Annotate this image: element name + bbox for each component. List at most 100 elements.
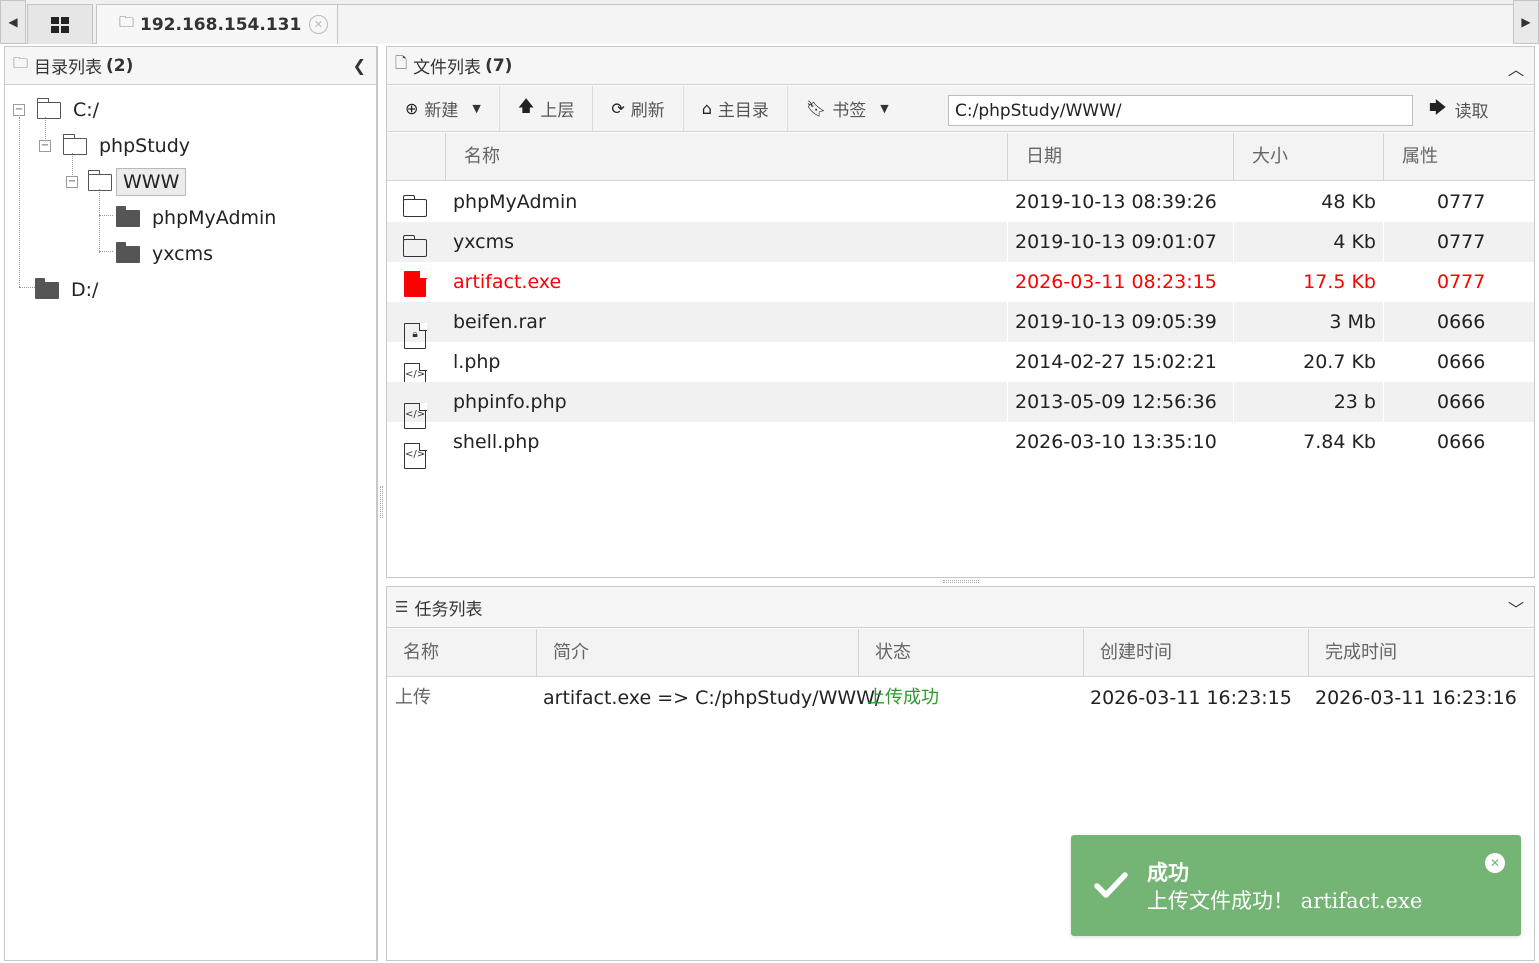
- file-row[interactable]: </> l.php 2014-02-27 15:02:21 20.7 Kb 06…: [387, 342, 1534, 389]
- task-grid-header: 名称 简介 状态 创建时间 完成时间: [387, 629, 1534, 677]
- file-count: (7): [485, 55, 513, 76]
- file-size: 7.84 Kb: [1303, 431, 1376, 453]
- file-row[interactable]: 🔒︎ beifen.rar 2019-10-13 09:05:39 3 Mb 0…: [387, 302, 1534, 349]
- tree-label: D:/: [71, 279, 99, 301]
- tree-node-phpmyadmin[interactable]: phpMyAdmin: [116, 203, 276, 233]
- folder-icon: [402, 195, 427, 217]
- close-tab-icon[interactable]: ✕: [309, 15, 328, 34]
- folder-icon: 🗀: [13, 54, 29, 72]
- file-panel: 🗋 文件列表 (7) ︿ ⊕ 新建 ▼ 🡅 上层 ⟳ 刷新 ⌂ 主目录 🔖︎ 书…: [386, 46, 1535, 578]
- directory-panel: 🗀 目录列表 (2) ❮ − C:/ − phpStudy − WWW phpM…: [4, 46, 378, 961]
- toast-title: 成功: [1147, 860, 1189, 885]
- column-task-status[interactable]: 状态: [858, 629, 1083, 677]
- column-name[interactable]: 名称: [445, 133, 1007, 181]
- file-date: 2026-03-10 13:35:10: [1015, 431, 1217, 453]
- home-dir-button[interactable]: ⌂ 主目录: [684, 86, 788, 131]
- read-label: 读取: [1454, 101, 1489, 122]
- home-label: 主目录: [717, 101, 769, 121]
- tab-host[interactable]: 🗀 192.168.154.131 ✕: [96, 4, 338, 44]
- toast-message: 上传文件成功！ artifact.exe: [1147, 889, 1423, 913]
- file-row[interactable]: phpMyAdmin 2019-10-13 08:39:26 48 Kb 077…: [387, 182, 1534, 222]
- collapse-icon[interactable]: −: [39, 140, 51, 152]
- file-row[interactable]: </> shell.php 2026-03-10 13:35:10 7.84 K…: [387, 422, 1534, 469]
- read-button[interactable]: 🡆 读取: [1429, 86, 1489, 132]
- arrow-right-icon: 🡆: [1429, 97, 1447, 118]
- close-icon[interactable]: ✕: [1485, 853, 1505, 873]
- tree-node-www[interactable]: − WWW: [66, 167, 187, 197]
- file-name: artifact.exe: [453, 271, 562, 293]
- file-attr: 0666: [1437, 431, 1486, 453]
- file-row[interactable]: yxcms 2019-10-13 09:01:07 4 Kb 0777: [387, 222, 1534, 262]
- file-row-highlighted[interactable]: artifact.exe 2026-03-11 08:23:15 17.5 Kb…: [387, 262, 1534, 302]
- dropdown-caret-icon: ▼: [880, 102, 889, 115]
- task-desc: artifact.exe => C:/phpStudy/WWW/: [543, 687, 882, 709]
- file-row[interactable]: </> phpinfo.php 2013-05-09 12:56:36 23 b…: [387, 382, 1534, 429]
- file-attr: 0666: [1437, 311, 1486, 333]
- file-name: shell.php: [453, 431, 540, 453]
- column-attr[interactable]: 属性: [1383, 133, 1534, 181]
- tree-node-phpstudy[interactable]: − phpStudy: [39, 131, 190, 161]
- tab-scroll-right-button[interactable]: ▶: [1513, 0, 1539, 44]
- tree-node-c-drive[interactable]: − C:/: [13, 95, 99, 125]
- tree-label: phpMyAdmin: [152, 207, 277, 229]
- up-label: 上层: [540, 101, 575, 121]
- file-date: 2026-03-11 08:23:15: [1015, 271, 1217, 293]
- success-toast: 成功 上传文件成功！ artifact.exe ✕: [1071, 835, 1521, 936]
- column-size[interactable]: 大小: [1233, 133, 1383, 181]
- chevron-up-icon[interactable]: ︿: [1508, 56, 1524, 80]
- file-size: 4 Kb: [1333, 231, 1376, 253]
- file-size: 23 b: [1333, 391, 1376, 413]
- plus-circle-icon: ⊕: [405, 99, 419, 118]
- tab-scroll-left-button[interactable]: ◀: [0, 0, 26, 44]
- file-date: 2019-10-13 08:39:26: [1015, 191, 1217, 213]
- file-attr: 0666: [1437, 351, 1486, 373]
- refresh-button[interactable]: ⟳ 刷新: [593, 86, 684, 131]
- refresh-label: 刷新: [630, 101, 665, 121]
- collapse-icon[interactable]: −: [66, 176, 78, 188]
- file-date: 2019-10-13 09:01:07: [1015, 231, 1217, 253]
- tab-home[interactable]: [27, 4, 93, 44]
- file-panel-header: 🗋 文件列表 (7) ︿: [387, 47, 1534, 85]
- file-name: phpMyAdmin: [453, 191, 578, 213]
- path-input[interactable]: [948, 95, 1413, 126]
- column-task-created[interactable]: 创建时间: [1083, 629, 1308, 677]
- horizontal-splitter-handle[interactable]: [943, 580, 979, 583]
- task-status: 上传成功: [867, 687, 939, 708]
- tree-node-d-drive[interactable]: D:/: [35, 275, 98, 305]
- folder-open-icon: [87, 169, 112, 191]
- column-task-done[interactable]: 完成时间: [1308, 629, 1534, 677]
- tab-bar: ◀ 🗀 192.168.154.131 ✕ ▶: [0, 0, 1539, 44]
- file-attr: 0777: [1437, 191, 1486, 213]
- home-icon: ⌂: [701, 99, 712, 118]
- bookmark-button[interactable]: 🔖︎ 书签 ▼: [788, 86, 907, 131]
- list-icon: ☰: [395, 598, 409, 616]
- vertical-splitter-handle[interactable]: [380, 486, 383, 518]
- file-name: beifen.rar: [453, 311, 546, 333]
- checkmark-icon: [1094, 872, 1128, 898]
- column-task-desc[interactable]: 简介: [536, 629, 858, 677]
- file-attr: 0777: [1437, 231, 1486, 253]
- chevron-down-icon[interactable]: ﹀: [1508, 596, 1524, 620]
- folder-icon: 🗀: [119, 13, 135, 31]
- collapse-icon[interactable]: −: [13, 104, 25, 116]
- task-row[interactable]: 上传 artifact.exe => C:/phpStudy/WWW/ 上传成功…: [387, 677, 1534, 719]
- folder-icon: [116, 241, 140, 263]
- task-name: 上传: [395, 687, 431, 708]
- column-date[interactable]: 日期: [1007, 133, 1233, 181]
- column-task-name[interactable]: 名称: [387, 629, 536, 677]
- new-button[interactable]: ⊕ 新建 ▼: [387, 86, 500, 131]
- folder-icon: [116, 205, 140, 227]
- bookmark-icon: 🔖︎: [805, 99, 827, 118]
- folder-open-icon: [36, 97, 61, 119]
- task-created: 2026-03-11 16:23:15: [1090, 687, 1292, 709]
- file-panel-title: 文件列表: [413, 58, 482, 78]
- file-name: l.php: [453, 351, 501, 373]
- collapse-left-icon[interactable]: ❮: [353, 56, 366, 75]
- code-file-icon: </>: [404, 442, 427, 469]
- tree-label: phpStudy: [99, 135, 191, 157]
- tree-label-selected: WWW: [116, 168, 187, 196]
- directory-panel-title: 目录列表: [34, 58, 103, 78]
- tree-node-yxcms[interactable]: yxcms: [116, 239, 213, 269]
- up-level-button[interactable]: 🡅 上层: [500, 86, 594, 131]
- tree-label: yxcms: [152, 243, 214, 265]
